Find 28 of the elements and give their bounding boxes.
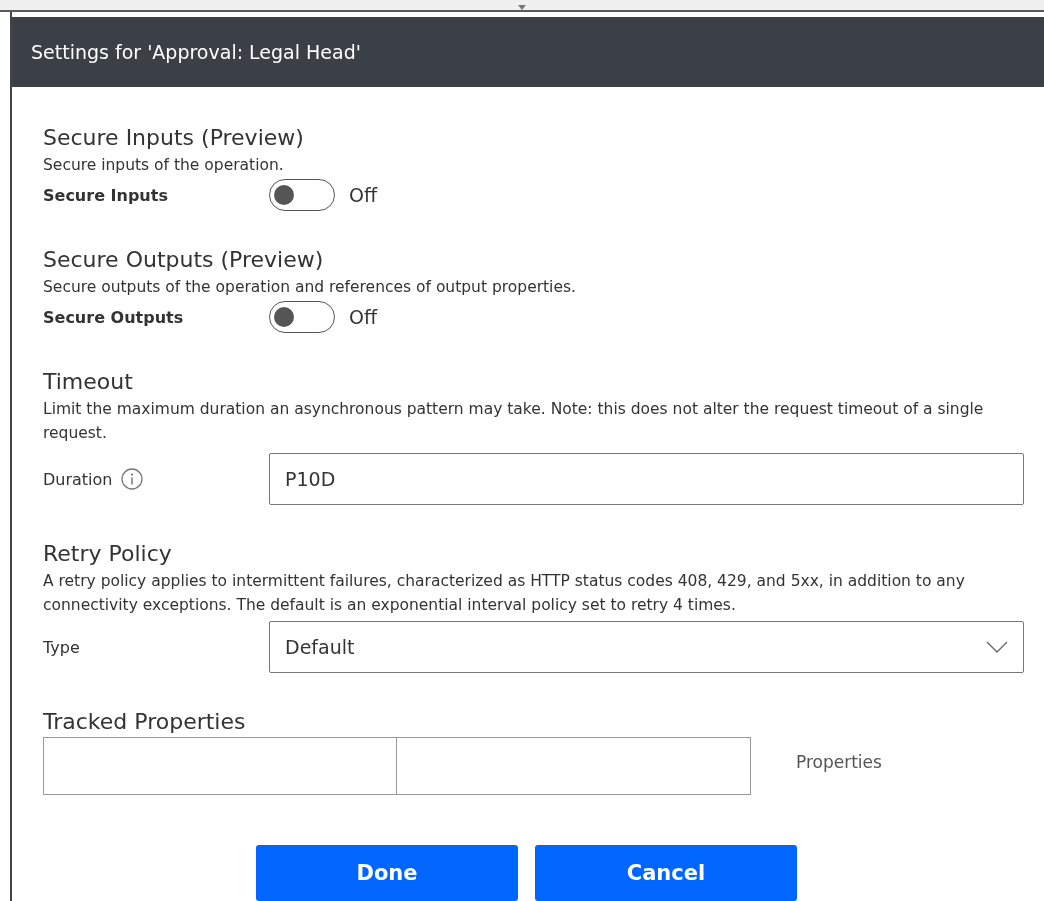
duration-field[interactable]: P10D	[269, 453, 1024, 505]
chevron-down-icon	[986, 641, 1008, 653]
dialog-title: Settings for 'Approval: Legal Head'	[31, 41, 361, 63]
section-heading: Retry Policy	[43, 540, 173, 568]
cancel-button[interactable]: Cancel	[535, 845, 797, 901]
toggle-label: Secure Outputs	[43, 307, 185, 327]
section-heading: Timeout	[43, 368, 134, 396]
section-description: Secure outputs of the operation and references of output properties.	[43, 277, 577, 298]
toggle-switch[interactable]	[269, 301, 335, 333]
section-heading: Secure Outputs (Preview)	[43, 246, 325, 274]
property-value-field[interactable]	[397, 737, 751, 795]
done-button[interactable]: Done	[256, 845, 518, 901]
section-heading: Secure Inputs (Preview)	[43, 124, 305, 152]
toggle-state: Off	[349, 306, 378, 328]
toggle-state: Off	[349, 184, 378, 206]
property-key-field[interactable]	[43, 737, 397, 795]
section-heading: Tracked Properties	[43, 708, 247, 736]
properties-label: Properties	[796, 752, 882, 772]
toggle-switch[interactable]	[269, 179, 335, 211]
toggle-label: Secure Inputs	[43, 185, 169, 205]
section-description: A retry policy applies to intermittent failures, characterized as HTTP status codes 408, 429, and 5xx, in addition to any connectivity exceptions. The default is an exponential interval policy set to retry 4 times.	[43, 571, 966, 616]
caret-icon	[518, 5, 526, 10]
field-label: Duration	[43, 469, 113, 489]
section-description: Limit the maximum duration an asynchronous pattern may take. Note: this does not alter the request timeout of a single request.	[43, 399, 985, 444]
field-label: Type	[43, 637, 80, 657]
section-description: Secure inputs of the operation.	[43, 155, 285, 176]
type-dropdown[interactable]: Default	[269, 621, 1024, 673]
info-icon[interactable]	[120, 468, 143, 490]
